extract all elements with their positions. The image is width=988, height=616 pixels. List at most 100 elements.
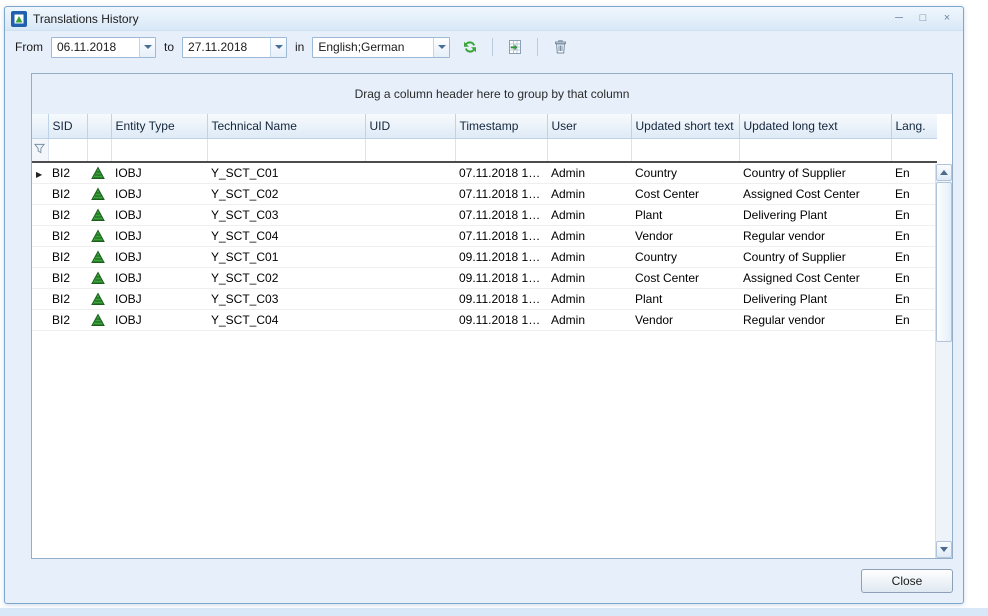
filter-input-long-text[interactable] [739, 138, 891, 162]
chevron-down-icon [275, 45, 283, 49]
cell-user: Admin [547, 225, 631, 246]
cell-technical-name: Y_SCT_C04 [207, 309, 365, 330]
cell-uid [365, 183, 455, 204]
group-by-panel[interactable]: Drag a column header here to group by th… [32, 74, 952, 114]
scrollbar-thumb[interactable] [936, 182, 952, 342]
footer: Close [5, 559, 963, 603]
table-row[interactable]: ▶ BI2 IOBJ Y_SCT_C04 07.11.2018 13:51 Ad… [32, 225, 937, 246]
cell-technical-name: Y_SCT_C01 [207, 162, 365, 183]
close-button[interactable]: Close [861, 569, 953, 593]
cell-uid [365, 225, 455, 246]
filter-input-short-text[interactable] [631, 138, 739, 162]
to-date-picker[interactable]: 27.11.2018 [182, 37, 287, 58]
column-header-uid[interactable]: UID [365, 114, 455, 138]
filter-input-technical-name[interactable] [207, 138, 365, 162]
filter-input-sid[interactable] [48, 138, 87, 162]
filter-input-user[interactable] [547, 138, 631, 162]
app-icon [11, 11, 27, 27]
filter-input-lang[interactable] [891, 138, 937, 162]
filter-input-icon[interactable] [87, 138, 111, 162]
cell-sid: BI2 [48, 183, 87, 204]
cell-long-text: Delivering Plant [739, 204, 891, 225]
column-header-lang[interactable]: Lang. [891, 114, 937, 138]
table-row[interactable]: ▶ BI2 IOBJ Y_SCT_C01 07.11.2018 13:51 Ad… [32, 162, 937, 183]
minimize-button[interactable]: ─ [889, 10, 909, 27]
in-label: in [295, 40, 304, 54]
column-header-icon[interactable] [87, 114, 111, 138]
vertical-scrollbar[interactable] [935, 164, 952, 558]
cell-technical-name: Y_SCT_C04 [207, 225, 365, 246]
table-row[interactable]: ▶ BI2 IOBJ Y_SCT_C02 07.11.2018 13:51 Ad… [32, 183, 937, 204]
cell-sid: BI2 [48, 267, 87, 288]
table-row[interactable]: ▶ BI2 IOBJ Y_SCT_C02 09.11.2018 14:14 Ad… [32, 267, 937, 288]
translations-grid: Drag a column header here to group by th… [31, 73, 953, 559]
close-window-button[interactable]: × [937, 10, 957, 27]
cell-long-text: Regular vendor [739, 225, 891, 246]
delete-button[interactable] [548, 35, 572, 59]
cell-short-text: Plant [631, 288, 739, 309]
cell-short-text: Cost Center [631, 267, 739, 288]
table-row[interactable]: ▶ BI2 IOBJ Y_SCT_C01 09.11.2018 14:14 Ad… [32, 246, 937, 267]
cell-entity-icon [87, 183, 111, 204]
cell-short-text: Plant [631, 204, 739, 225]
trash-icon [553, 39, 568, 55]
column-header-user[interactable]: User [547, 114, 631, 138]
column-header-short-text[interactable]: Updated short text [631, 114, 739, 138]
filter-row [32, 138, 937, 162]
infoobject-icon [91, 271, 105, 285]
export-excel-button[interactable] [503, 35, 527, 59]
row-indicator-cell: ▶ [32, 225, 48, 246]
cell-uid [365, 162, 455, 183]
table-row[interactable]: ▶ BI2 IOBJ Y_SCT_C04 09.11.2018 14:14 Ad… [32, 309, 937, 330]
cell-entity-icon [87, 162, 111, 183]
language-value: English;German [313, 38, 433, 57]
cell-user: Admin [547, 309, 631, 330]
column-header-entity-type[interactable]: Entity Type [111, 114, 207, 138]
scroll-down-button[interactable] [936, 541, 952, 558]
language-dropdown-button[interactable] [433, 38, 449, 57]
from-date-dropdown-button[interactable] [139, 38, 155, 57]
cell-technical-name: Y_SCT_C02 [207, 267, 365, 288]
cell-entity-type: IOBJ [111, 183, 207, 204]
cell-entity-icon [87, 267, 111, 288]
cell-uid [365, 267, 455, 288]
cell-long-text: Assigned Cost Center [739, 267, 891, 288]
cell-timestamp: 09.11.2018 14:14 [455, 309, 547, 330]
column-header-sid[interactable]: SID [48, 114, 87, 138]
arrow-up-icon [940, 170, 948, 175]
cell-user: Admin [547, 162, 631, 183]
chevron-down-icon [438, 45, 446, 49]
cell-timestamp: 09.11.2018 14:14 [455, 267, 547, 288]
from-date-picker[interactable]: 06.11.2018 [51, 37, 156, 58]
excel-export-icon [507, 39, 523, 55]
cell-sid: BI2 [48, 162, 87, 183]
language-combo[interactable]: English;German [312, 37, 450, 58]
cell-user: Admin [547, 204, 631, 225]
refresh-button[interactable] [458, 35, 482, 59]
cell-entity-type: IOBJ [111, 309, 207, 330]
cell-sid: BI2 [48, 309, 87, 330]
maximize-button[interactable]: □ [913, 10, 933, 27]
current-row-arrow-icon: ▶ [36, 170, 42, 179]
table-row[interactable]: ▶ BI2 IOBJ Y_SCT_C03 09.11.2018 14:14 Ad… [32, 288, 937, 309]
translations-history-window: Translations History ─ □ × From 06.11.20… [4, 6, 964, 604]
cell-user: Admin [547, 246, 631, 267]
filter-input-uid[interactable] [365, 138, 455, 162]
filter-input-timestamp[interactable] [455, 138, 547, 162]
grid-table: SID Entity Type Technical Name UID Times… [32, 114, 937, 331]
scroll-up-button[interactable] [936, 164, 952, 181]
cell-timestamp: 09.11.2018 14:14 [455, 246, 547, 267]
table-row[interactable]: ▶ BI2 IOBJ Y_SCT_C03 07.11.2018 13:51 Ad… [32, 204, 937, 225]
column-header-technical-name[interactable]: Technical Name [207, 114, 365, 138]
column-header-long-text[interactable]: Updated long text [739, 114, 891, 138]
to-date-dropdown-button[interactable] [270, 38, 286, 57]
cell-short-text: Vendor [631, 309, 739, 330]
filter-input-entity-type[interactable] [111, 138, 207, 162]
cell-user: Admin [547, 288, 631, 309]
cell-entity-icon [87, 204, 111, 225]
titlebar[interactable]: Translations History ─ □ × [5, 7, 963, 31]
column-header-timestamp[interactable]: Timestamp [455, 114, 547, 138]
row-indicator-cell: ▶ [32, 183, 48, 204]
cell-technical-name: Y_SCT_C03 [207, 288, 365, 309]
from-label: From [15, 40, 43, 54]
